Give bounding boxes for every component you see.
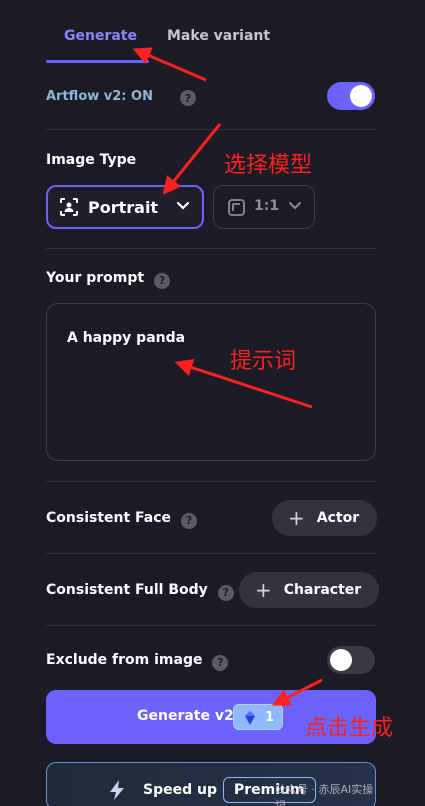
arrow-to-generate-button (271, 678, 323, 706)
annotation-generate: 点击生成 (305, 716, 394, 741)
annotation-select-model: 选择模型 (224, 153, 313, 178)
annotation-prompt: 提示词 (230, 349, 297, 374)
annotation-arrows (132, 47, 323, 706)
arrow-to-image-type (162, 123, 222, 195)
arrow-to-generate-tab (132, 47, 207, 82)
